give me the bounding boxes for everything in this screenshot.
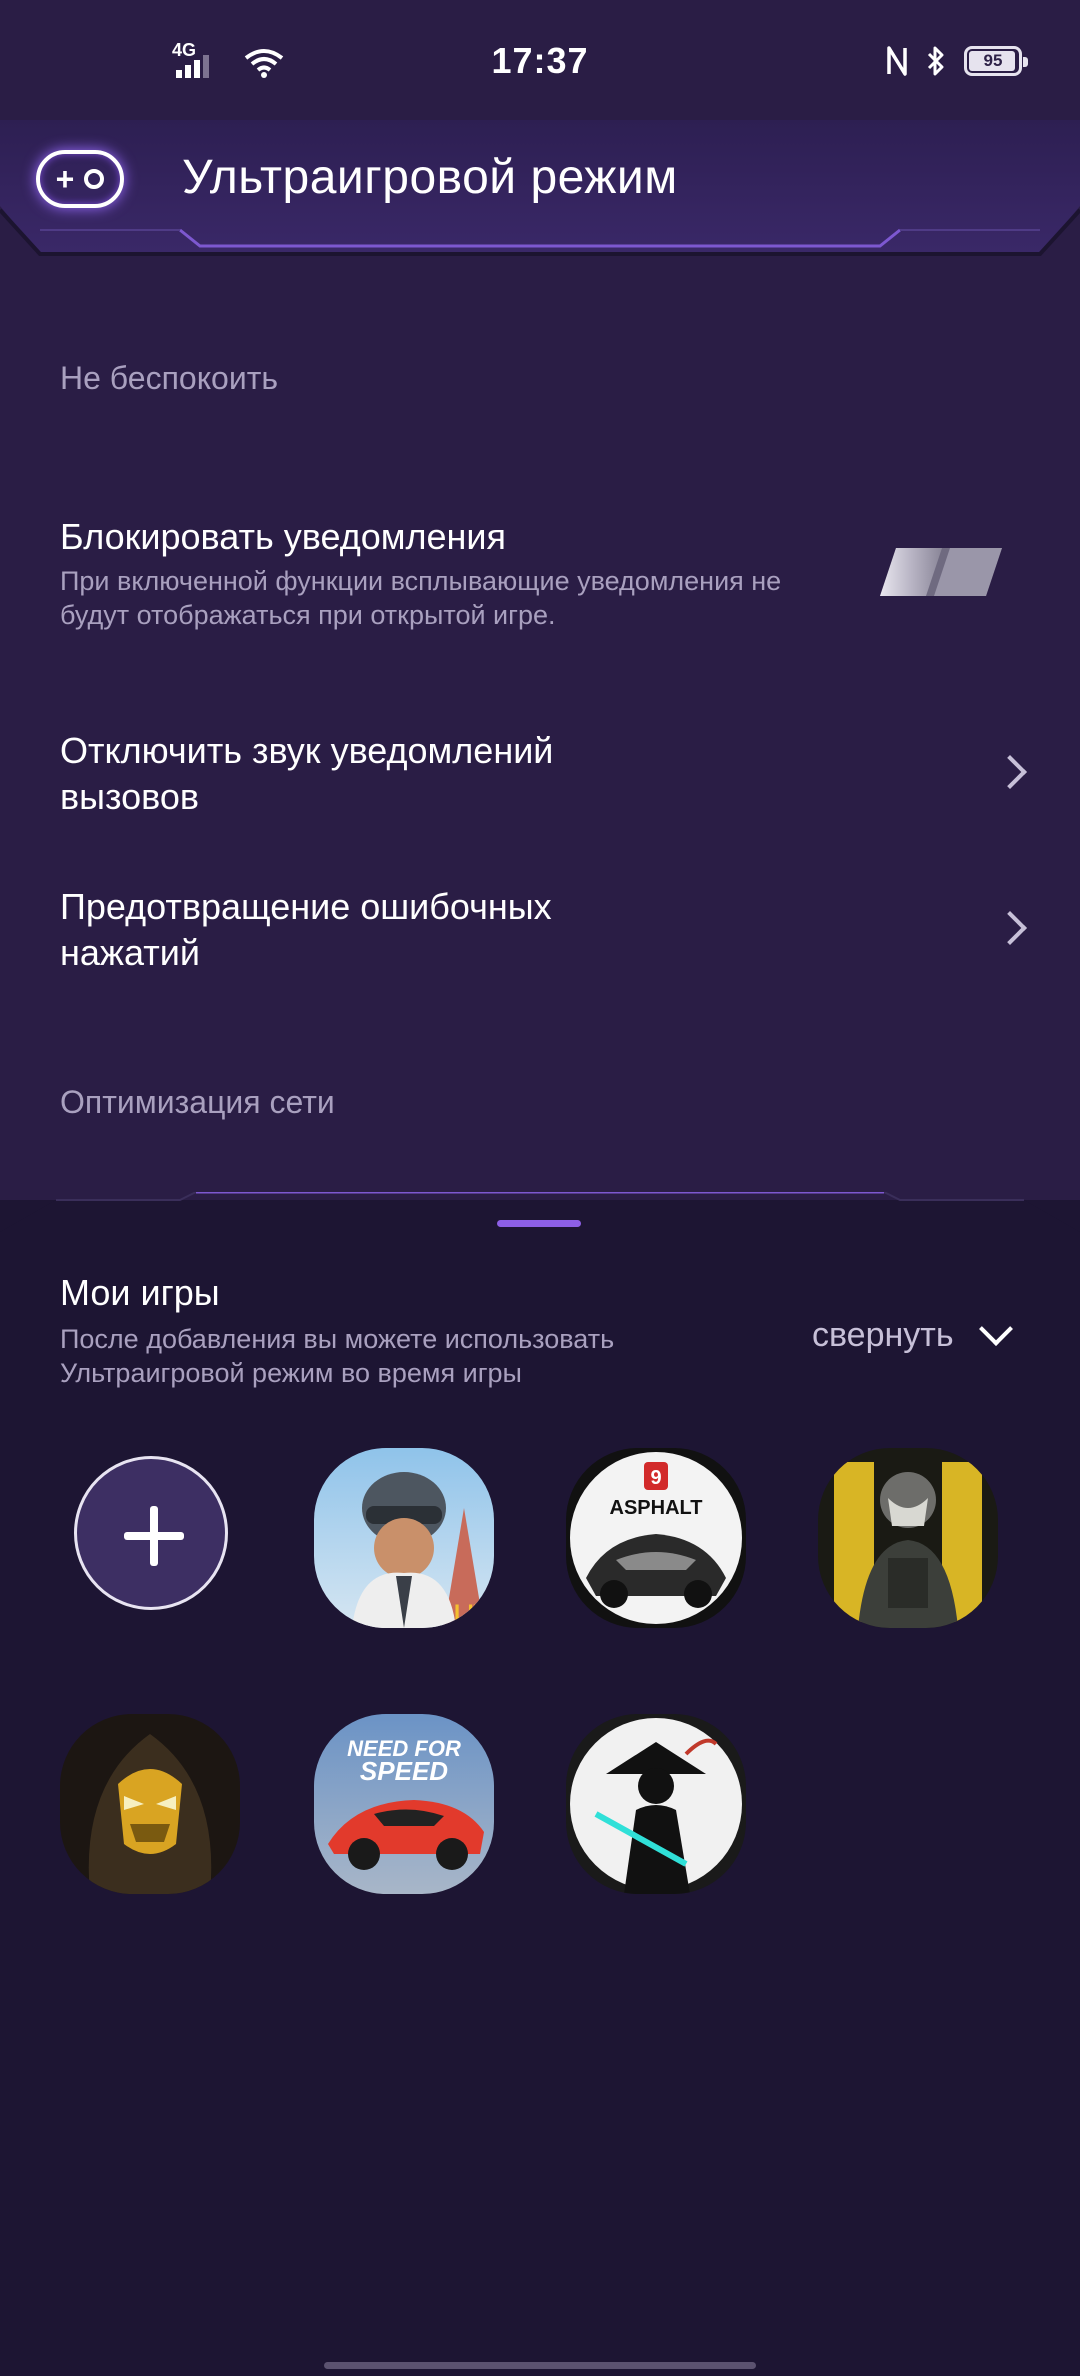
pubg-badge: LIVIK [454,1600,494,1625]
block-notifications-toggle[interactable] [880,548,1002,596]
app-header: + Ультраигровой режим [0,120,1080,260]
misclick-title-line1: Предотвращение ошибочных [60,886,552,927]
chevron-down-icon [978,1311,1013,1346]
status-bar: 4G 17:37 95 [0,0,1080,130]
gamepad-plus: + [55,160,75,197]
nfc-icon [887,46,907,76]
bluetooth-icon [927,46,944,76]
mute-calls-title-line2: вызовов [60,776,199,817]
block-notifications-title: Блокировать уведомления [60,516,506,557]
asphalt-badge: 9 [650,1467,661,1489]
block-notifications-description: При включенной функции всплывающие уведо… [60,566,782,630]
section-label-dnd: Не беспокоить [60,360,279,396]
my-games-description: После добавления вы можете использовать … [60,1324,615,1388]
mute-calls-title-line1: Отключить звук уведомлений [60,730,554,771]
my-games-panel: Мои игры После добавления вы можете испо… [0,1192,1080,2376]
chevron-right-icon [993,755,1027,789]
chevron-right-icon [993,911,1027,945]
add-game-button[interactable] [74,1456,228,1610]
my-games-title: Мои игры [60,1272,220,1313]
collapse-button[interactable]: свернуть [812,1311,1013,1355]
section-label-network: Оптимизация сети [60,1084,335,1120]
misclick-title-line2: нажатий [60,932,200,973]
status-right-icons: 95 [886,46,1028,76]
mortal-kombat-icon[interactable] [60,1714,240,1894]
home-indicator[interactable] [324,2362,756,2369]
need-for-speed-icon[interactable]: NEED FOR SPEED [314,1714,494,1894]
drag-handle[interactable] [497,1220,581,1227]
gamepad-button [84,169,105,189]
gamepad-icon[interactable]: + [36,150,124,208]
battery-percent: 95 [983,51,1003,70]
battery-icon: 95 [964,46,1028,76]
collapse-label: свернуть [812,1316,954,1354]
pubg-mobile-icon[interactable]: LIVIK [314,1448,494,1628]
asphalt-label: ASPHALT [610,1497,703,1519]
nfs-label-line2: SPEED [360,1756,448,1786]
page-title: Ультраигровой режим [182,151,678,204]
call-of-duty-icon[interactable] [818,1448,998,1628]
shadow-fight-icon[interactable] [566,1714,746,1894]
asphalt-9-icon[interactable]: 9 ASPHALT [566,1448,746,1628]
